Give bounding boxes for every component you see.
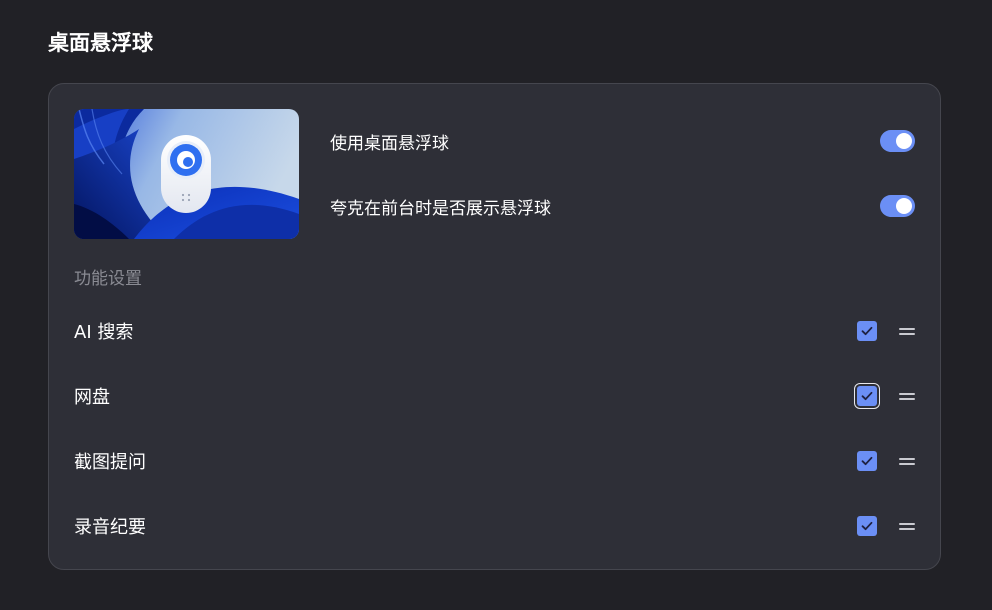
- screenshot-ask-checkbox[interactable]: [857, 451, 877, 471]
- feature-label-screenshot-ask: 截图提问: [74, 452, 146, 473]
- check-icon: [861, 391, 873, 401]
- floating-ball-preview-image: [74, 109, 299, 239]
- check-icon: [861, 456, 873, 466]
- enable-floating-ball-toggle[interactable]: [880, 130, 915, 152]
- toggle-row-enable-floating-ball: 使用桌面悬浮球: [330, 124, 915, 158]
- feature-label-ai-search: AI 搜索: [74, 322, 134, 343]
- drag-handle-icon[interactable]: [899, 451, 915, 471]
- toggle-knob: [896, 133, 912, 149]
- toggle-row-show-when-foreground: 夸克在前台时是否展示悬浮球: [330, 189, 915, 223]
- toggle-label-show-when-foreground: 夸克在前台时是否展示悬浮球: [330, 198, 551, 219]
- floating-ball-settings-card: 使用桌面悬浮球 夸克在前台时是否展示悬浮球 功能设置 AI 搜索 网盘 截图提问…: [48, 83, 941, 570]
- feature-label-cloud-drive: 网盘: [74, 387, 110, 408]
- check-icon: [861, 521, 873, 531]
- ai-search-checkbox[interactable]: [857, 321, 877, 341]
- feature-settings-title: 功能设置: [74, 269, 142, 289]
- drag-handle-icon[interactable]: [899, 516, 915, 536]
- feature-label-recording-notes: 录音纪要: [74, 517, 146, 538]
- cloud-drive-checkbox[interactable]: [857, 386, 877, 406]
- recording-notes-checkbox[interactable]: [857, 516, 877, 536]
- feature-row-cloud-drive: 网盘: [74, 379, 915, 413]
- page-title: 桌面悬浮球: [48, 31, 153, 55]
- show-when-foreground-toggle[interactable]: [880, 195, 915, 217]
- feature-row-screenshot-ask: 截图提问: [74, 444, 915, 478]
- drag-handle-icon[interactable]: [899, 321, 915, 341]
- toggle-knob: [896, 198, 912, 214]
- drag-handle-icon[interactable]: [899, 386, 915, 406]
- toggle-label-enable-floating-ball: 使用桌面悬浮球: [330, 133, 449, 154]
- check-icon: [861, 326, 873, 336]
- feature-row-recording-notes: 录音纪要: [74, 509, 915, 543]
- feature-row-ai-search: AI 搜索: [74, 314, 915, 348]
